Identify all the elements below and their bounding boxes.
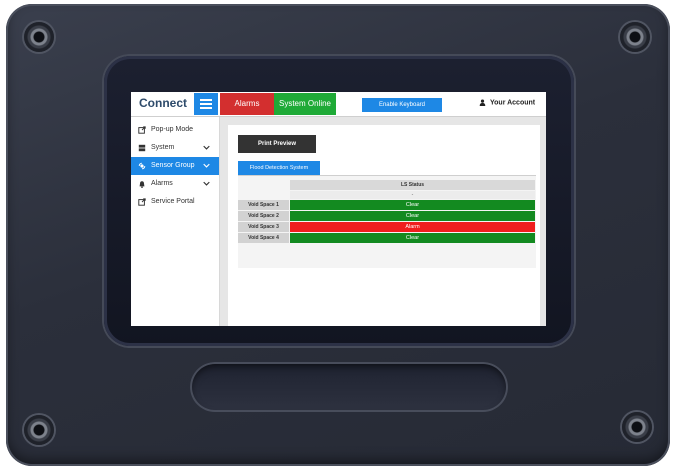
- brand-logo: Connect: [139, 96, 187, 110]
- sidebar-item-system[interactable]: System: [131, 139, 219, 157]
- account-label: Your Account: [490, 99, 536, 107]
- row-label: Void Space 2: [238, 211, 289, 221]
- sidebar-item-label: System: [151, 144, 175, 151]
- account-menu[interactable]: Your Account: [479, 99, 535, 106]
- sidebar-item-popup-mode[interactable]: Pop-up Mode: [131, 121, 219, 139]
- sidebar-item-label: Service Portal: [151, 198, 195, 205]
- sidebar-item-service-portal[interactable]: Service Portal: [131, 193, 219, 211]
- status-table: LS Status - Void Space 1 Clear Void Spac…: [238, 175, 536, 268]
- chevron-down-icon: [203, 181, 210, 186]
- menu-button[interactable]: [194, 93, 218, 115]
- row-label: Void Space 3: [238, 222, 289, 232]
- sidebar: Pop-up Mode System Sensor Group Alarms S…: [131, 117, 220, 326]
- screw-icon: [620, 22, 650, 52]
- server-icon: [138, 144, 146, 152]
- column-header: LS Status: [290, 180, 535, 190]
- sidebar-item-alarms[interactable]: Alarms: [131, 175, 219, 193]
- bell-icon: [139, 181, 145, 188]
- row-label: Void Space 4: [238, 233, 289, 243]
- table-row: Void Space 3 Alarm: [238, 222, 536, 232]
- touch-screen: Connect Alarms System Online Enable Keyb…: [131, 92, 546, 326]
- external-link-icon: [138, 126, 146, 134]
- chevron-down-icon: [203, 163, 210, 168]
- top-bar: Connect Alarms System Online Enable Keyb…: [131, 92, 546, 117]
- tab-flood-detection-system[interactable]: Flood Detection System: [238, 161, 320, 175]
- screw-icon: [24, 22, 54, 52]
- sidebar-item-label: Sensor Group: [151, 162, 195, 169]
- row-label: Void Space 1: [238, 200, 289, 210]
- table-row: Void Space 1 Clear: [238, 200, 536, 210]
- external-link-icon: [138, 198, 146, 206]
- sidebar-item-sensor-group[interactable]: Sensor Group: [131, 157, 219, 175]
- alarms-indicator[interactable]: Alarms: [220, 93, 274, 115]
- status-cell-clear: Clear: [290, 211, 535, 221]
- status-cell-clear: Clear: [290, 200, 535, 210]
- main-content: Print Preview Flood Detection System LS …: [228, 125, 540, 326]
- enable-keyboard-button[interactable]: Enable Keyboard: [362, 98, 442, 112]
- column-subheader: -: [290, 191, 535, 199]
- status-cell-alarm: Alarm: [290, 222, 535, 232]
- sensor-icon: [138, 162, 146, 170]
- table-row: Void Space 4 Clear: [238, 233, 536, 243]
- sidebar-item-label: Alarms: [151, 180, 173, 187]
- table-row: Void Space 2 Clear: [238, 211, 536, 221]
- print-preview-button[interactable]: Print Preview: [238, 135, 316, 153]
- sidebar-item-label: Pop-up Mode: [151, 126, 194, 133]
- screw-icon: [622, 412, 652, 442]
- screw-icon: [24, 415, 54, 445]
- chevron-down-icon: [203, 145, 210, 150]
- status-cell-clear: Clear: [290, 233, 535, 243]
- user-icon: [479, 99, 486, 106]
- system-status-indicator: System Online: [274, 93, 336, 115]
- device-handle: [190, 362, 508, 412]
